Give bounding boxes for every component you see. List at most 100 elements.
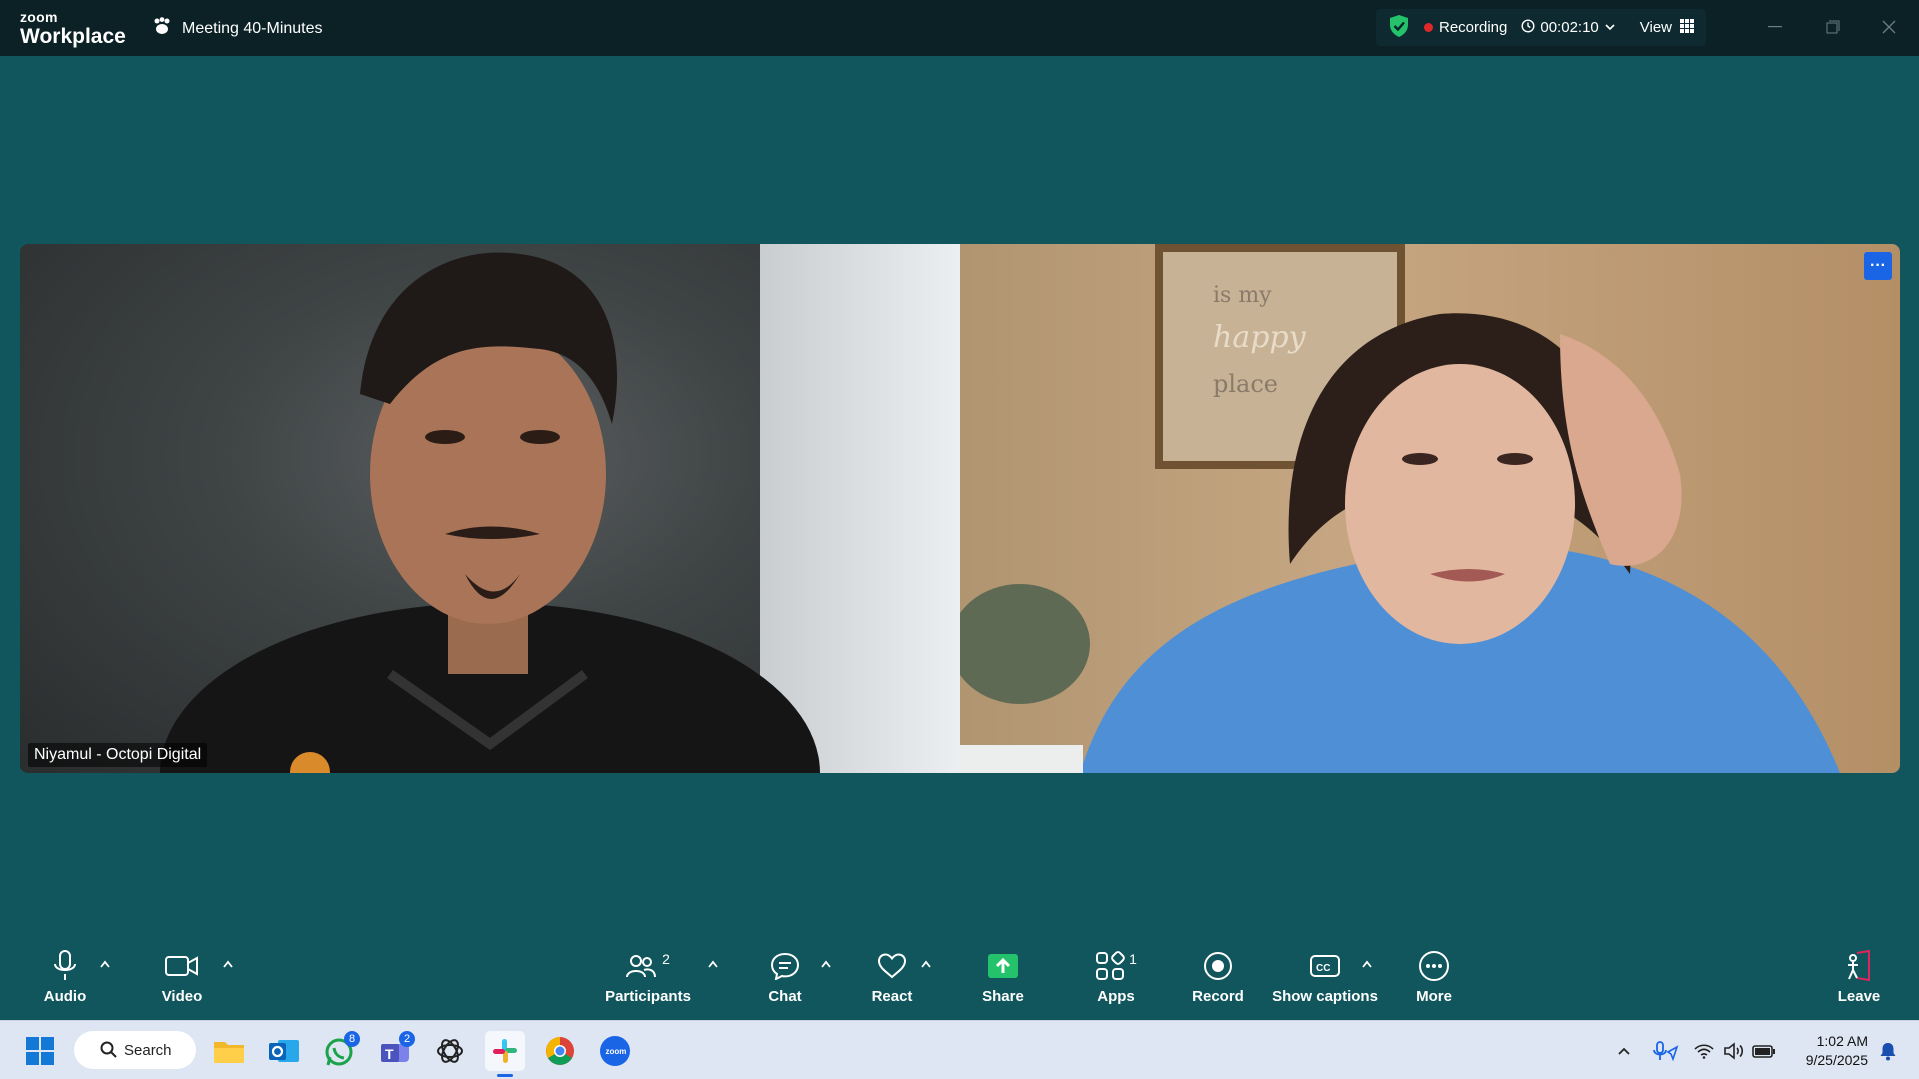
meeting-info-icon: [152, 17, 172, 40]
start-button[interactable]: [20, 1031, 60, 1071]
chevron-up-icon: [1618, 1047, 1630, 1055]
zoom-app-icon: zoom: [600, 1036, 630, 1066]
video-tile-participant-2[interactable]: is my happy place ···: [960, 244, 1900, 773]
react-button[interactable]: React: [868, 948, 916, 1020]
brand-zoom: zoom: [20, 9, 58, 25]
location-mic-tray[interactable]: [1648, 1031, 1684, 1071]
apps-button[interactable]: 1 Apps: [1096, 948, 1137, 1020]
more-button[interactable]: More: [1412, 948, 1456, 1020]
participants-button[interactable]: 2 Participants: [604, 948, 692, 1020]
grid-icon: [1680, 18, 1695, 37]
recording-indicator[interactable]: Recording: [1424, 19, 1507, 36]
slack-taskbar-icon[interactable]: [485, 1031, 525, 1077]
chevron-down-icon: [1604, 19, 1616, 36]
zoom-taskbar-icon[interactable]: zoom: [595, 1031, 635, 1071]
share-screen-icon: [988, 954, 1018, 978]
leave-button[interactable]: Leave: [1836, 948, 1882, 1020]
apps-icon: [1096, 951, 1125, 980]
react-options-caret[interactable]: [920, 956, 932, 971]
meeting-timer[interactable]: 00:02:10: [1521, 18, 1616, 37]
teams-badge: 2: [399, 1031, 415, 1047]
react-label: React: [871, 988, 913, 1005]
chevron-up-icon: [921, 960, 931, 968]
wifi-tray[interactable]: [1688, 1031, 1720, 1071]
shield-icon[interactable]: [1388, 14, 1410, 42]
leave-label: Leave: [1837, 988, 1881, 1005]
clock-icon: [1521, 18, 1535, 37]
chrome-taskbar-icon[interactable]: [540, 1031, 580, 1071]
video-button[interactable]: Video: [156, 948, 208, 1020]
title-bar: zoom Workplace Meeting 40-Minutes Record…: [0, 0, 1919, 56]
minimize-button[interactable]: [1760, 12, 1790, 42]
teams-taskbar-icon[interactable]: T 2: [375, 1031, 415, 1071]
video-tile-participant-1[interactable]: Niyamul - Octopi Digital: [20, 244, 960, 773]
close-icon: [1882, 20, 1896, 34]
more-dots-icon: ···: [1870, 257, 1886, 274]
meeting-title: Meeting 40-Minutes: [182, 19, 323, 37]
record-button[interactable]: Record: [1190, 948, 1246, 1020]
battery-icon: [1752, 1045, 1775, 1058]
battery-tray[interactable]: [1748, 1031, 1780, 1071]
chatgpt-taskbar-icon[interactable]: [430, 1031, 470, 1071]
taskbar-clock[interactable]: 1:02 AM 9/25/2025: [1790, 1032, 1868, 1070]
view-label: View: [1639, 19, 1673, 36]
more-icon: [1419, 951, 1449, 981]
chat-label: Chat: [768, 988, 802, 1005]
folder-icon: [214, 1042, 244, 1063]
brand-workplace: Workplace: [20, 25, 126, 48]
audio-button[interactable]: Audio: [40, 948, 90, 1020]
slack-icon: [493, 1039, 517, 1063]
captions-options-caret[interactable]: [1361, 956, 1373, 971]
chat-button[interactable]: Chat: [764, 948, 806, 1020]
file-explorer-taskbar-icon[interactable]: [209, 1031, 249, 1071]
search-icon: [100, 1041, 117, 1062]
record-label: Record: [1192, 988, 1244, 1005]
view-button[interactable]: View: [1639, 18, 1695, 37]
apps-label: Apps: [1097, 988, 1135, 1005]
apps-count: 1: [1129, 951, 1137, 967]
volume-tray[interactable]: [1718, 1031, 1750, 1071]
tile-more-options-button[interactable]: ···: [1864, 252, 1892, 280]
more-label: More: [1416, 988, 1452, 1005]
meeting-status-cluster: Recording 00:02:10 View: [1376, 9, 1707, 46]
wifi-icon: [1694, 1044, 1714, 1059]
record-icon: [1204, 952, 1232, 980]
chrome-icon: [546, 1037, 574, 1065]
microphone-location-icon: [1653, 1041, 1679, 1062]
meeting-info[interactable]: Meeting 40-Minutes: [152, 17, 323, 40]
svg-text:zoom: zoom: [606, 1047, 627, 1056]
share-button[interactable]: Share: [978, 948, 1028, 1020]
svg-text:CC: CC: [1316, 963, 1330, 974]
share-label: Share: [982, 988, 1024, 1005]
svg-text:T: T: [385, 1046, 394, 1062]
participants-options-caret[interactable]: [707, 956, 719, 971]
show-hidden-icons-button[interactable]: [1606, 1031, 1642, 1071]
timer-value: 00:02:10: [1540, 19, 1599, 36]
zoom-logo: zoom Workplace: [20, 10, 126, 47]
chevron-up-icon: [708, 960, 718, 968]
outlook-taskbar-icon[interactable]: [264, 1031, 304, 1071]
chevron-up-icon: [223, 960, 233, 968]
taskbar-search[interactable]: Search: [74, 1031, 196, 1069]
speaker-icon: [1724, 1042, 1744, 1060]
whatsapp-taskbar-icon[interactable]: 8: [320, 1031, 360, 1071]
chat-options-caret[interactable]: [820, 956, 832, 971]
captions-label: Show captions: [1272, 988, 1378, 1005]
audio-label: Audio: [43, 988, 87, 1005]
bell-icon: [1880, 1043, 1896, 1061]
clock-date: 9/25/2025: [1805, 1052, 1868, 1068]
minimize-icon: [1768, 26, 1782, 28]
maximize-button[interactable]: [1818, 12, 1848, 42]
participant-video-feed: [160, 252, 820, 773]
video-options-caret[interactable]: [222, 956, 234, 971]
record-dot-icon: [1424, 23, 1433, 32]
participants-icon: [626, 955, 657, 978]
close-button[interactable]: [1874, 12, 1904, 42]
chatgpt-icon: [437, 1039, 463, 1063]
windows-logo-icon: [26, 1037, 54, 1065]
chat-bubble-icon: [770, 952, 800, 980]
microphone-icon: [54, 950, 76, 980]
notifications-button[interactable]: [1870, 1031, 1906, 1071]
chevron-up-icon: [100, 960, 110, 968]
audio-options-caret[interactable]: [99, 956, 111, 971]
